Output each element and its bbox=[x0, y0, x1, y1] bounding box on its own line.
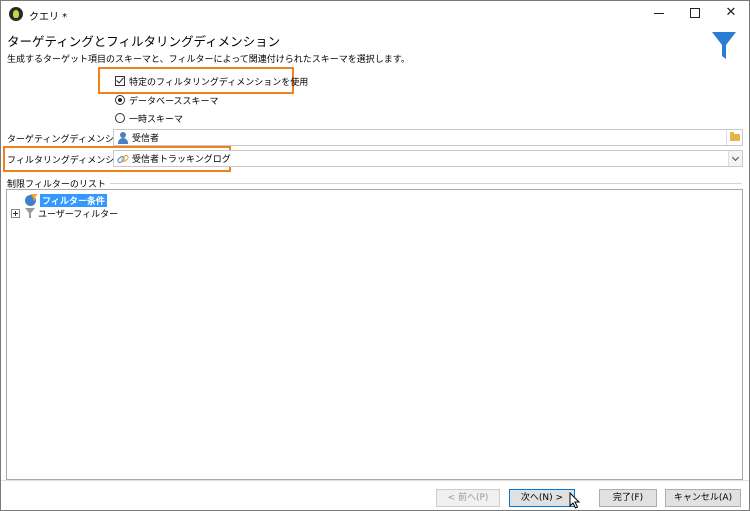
previous-button[interactable]: < 前へ(P) bbox=[436, 489, 500, 507]
maximize-button[interactable] bbox=[677, 1, 713, 27]
recipient-icon bbox=[117, 131, 129, 144]
close-button[interactable]: ✕ bbox=[713, 1, 749, 27]
tree-item-label: ユーザーフィルター bbox=[38, 209, 119, 220]
page-title: ターゲティングとフィルタリングディメンション bbox=[7, 34, 281, 49]
use-filtering-dimension-checkbox[interactable] bbox=[115, 76, 125, 86]
minimize-button[interactable] bbox=[641, 1, 677, 27]
app-icon bbox=[9, 7, 23, 21]
maximize-icon bbox=[690, 8, 700, 18]
query-dialog: クエリ * ✕ ターゲティングとフィルタリングディメンション 生成するターゲット… bbox=[0, 0, 750, 511]
minimize-icon bbox=[654, 13, 664, 14]
footer-divider bbox=[1, 480, 749, 481]
window-title: クエリ * bbox=[29, 12, 68, 23]
finish-button[interactable]: 完了(F) bbox=[599, 489, 657, 507]
tree-item-user-filters[interactable]: ユーザーフィルター bbox=[11, 206, 118, 220]
filtering-dimension-value: 受信者トラッキングログ bbox=[132, 155, 231, 165]
tree-item-label: フィルター条件 bbox=[40, 193, 107, 207]
link-icon bbox=[116, 153, 130, 165]
expand-icon[interactable] bbox=[11, 208, 20, 218]
use-filtering-dimension-option[interactable]: 特定のフィルタリングディメンションを使用 bbox=[115, 74, 308, 88]
browse-button[interactable] bbox=[726, 130, 742, 145]
radio-temporary-schema-label: 一時スキーマ bbox=[129, 114, 184, 125]
radio-database-schema-button[interactable] bbox=[115, 95, 125, 105]
next-button[interactable]: 次へ(N) > bbox=[509, 489, 575, 507]
funnel-icon bbox=[25, 207, 35, 219]
radio-temporary-schema-button[interactable] bbox=[115, 113, 125, 123]
radio-database-schema-label: データベーススキーマ bbox=[129, 96, 219, 107]
title-bar: クエリ * ✕ bbox=[1, 1, 749, 28]
use-filtering-dimension-label: 特定のフィルタリングディメンションを使用 bbox=[129, 77, 309, 88]
filtering-dimension-select[interactable]: 受信者トラッキングログ bbox=[113, 150, 743, 167]
restriction-filter-tree[interactable]: フィルター条件 ユーザーフィルター bbox=[6, 189, 743, 480]
funnel-icon bbox=[712, 32, 736, 59]
tree-item-filter-conditions[interactable]: フィルター条件 bbox=[25, 193, 107, 207]
targeting-dimension-field[interactable]: 受信者 bbox=[113, 129, 743, 146]
radio-temporary-schema[interactable]: 一時スキーマ bbox=[115, 111, 183, 125]
targeting-dimension-value: 受信者 bbox=[132, 134, 160, 144]
radio-database-schema[interactable]: データベーススキーマ bbox=[115, 93, 219, 107]
section-divider bbox=[96, 183, 742, 184]
mouse-cursor-icon bbox=[569, 492, 581, 509]
page-description: 生成するターゲット項目のスキーマと、フィルターによって関連付けられたスキーマを選… bbox=[7, 55, 410, 65]
close-icon: ✕ bbox=[725, 5, 737, 20]
folder-icon bbox=[730, 132, 740, 141]
filter-conditions-icon bbox=[25, 193, 38, 207]
cancel-button[interactable]: キャンセル(A) bbox=[665, 489, 741, 507]
chevron-down-icon[interactable] bbox=[728, 151, 742, 166]
